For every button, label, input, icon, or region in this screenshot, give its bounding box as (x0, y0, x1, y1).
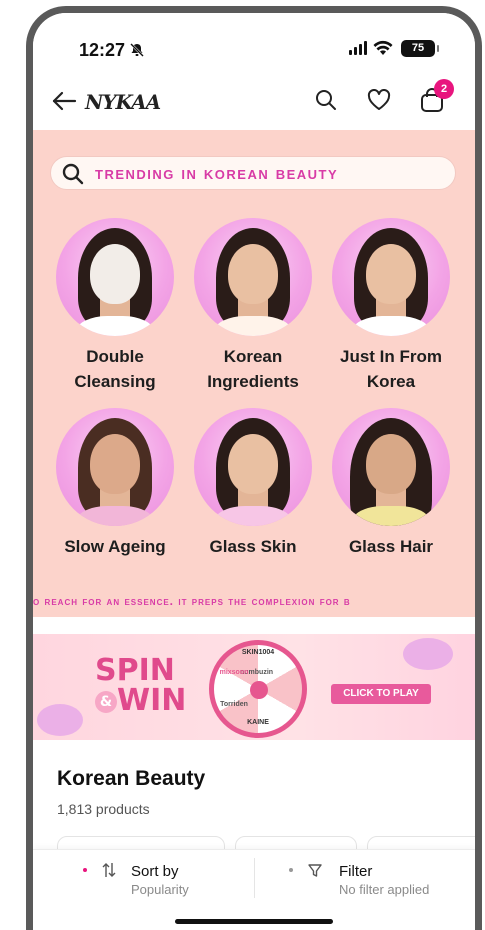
sort-arrows-icon (102, 863, 116, 877)
spin-and-win-banner[interactable]: SPIN & WIN SKIN1004 numbuzin KAINE Torrid… (33, 634, 475, 740)
wifi-icon (373, 40, 393, 55)
wheel-center (250, 681, 268, 699)
filter-button[interactable]: Filter No filter applied (339, 860, 469, 900)
category-image (332, 408, 450, 526)
sort-value: Popularity (131, 882, 189, 897)
filter-label: Filter (339, 863, 373, 880)
decor-blob (403, 638, 453, 670)
trending-search-bar[interactable]: Trending in Korean Beauty (50, 156, 456, 190)
prize-wheel: SKIN1004 numbuzin KAINE Torriden mixsoon (209, 640, 307, 738)
sort-active-dot (83, 868, 87, 872)
category-image (194, 408, 312, 526)
listing-title: Korean Beauty (57, 767, 206, 790)
status-bar: 12:27 75 (33, 13, 475, 73)
brand-logo[interactable]: NYKAA (85, 90, 161, 114)
category-label: Korean Ingredients (207, 347, 299, 391)
category-image (56, 408, 174, 526)
divider (254, 858, 255, 898)
status-time: 12:27 (79, 40, 126, 60)
filter-dot (289, 868, 293, 872)
category-glass-skin[interactable]: Glass Skin (183, 408, 323, 559)
category-label: Glass Skin (209, 537, 297, 556)
sort-by-button[interactable]: Sort by Popularity (131, 860, 241, 900)
category-korean-ingredients[interactable]: Korean Ingredients (183, 218, 323, 394)
decor-blob (37, 704, 83, 736)
category-image (332, 218, 450, 336)
screen: 12:27 75 NYKAA 2 trending in korean beau… (33, 13, 475, 930)
filter-value: No filter applied (339, 882, 430, 897)
category-glass-hair[interactable]: Glass Hair (321, 408, 461, 559)
trending-banner: Trending in Korean Beauty Double Cleansi… (33, 130, 475, 617)
cart-count-badge: 2 (434, 79, 454, 99)
cellular-signal-icon (349, 41, 367, 55)
trending-title: Trending in Korean Beauty (95, 163, 339, 183)
wheel-brand: SKIN1004 (241, 649, 275, 656)
phone-frame: 12:27 75 NYKAA 2 trending in korean beau… (26, 6, 482, 930)
category-label: Just In From Korea (339, 347, 442, 391)
sort-label: Sort by (131, 863, 179, 880)
category-label: Double Cleansing (74, 347, 156, 391)
category-label: Slow Ageing (64, 537, 166, 556)
product-count: 1,813 products (57, 801, 150, 817)
category-slow-ageing[interactable]: Slow Ageing (45, 408, 185, 559)
app-header: NYKAA 2 (33, 73, 475, 129)
click-to-play-button[interactable]: CLICK TO PLAY (331, 684, 431, 704)
battery-indicator: 75 (401, 40, 439, 57)
category-double-cleansing[interactable]: Double Cleansing (45, 218, 185, 394)
back-arrow-icon[interactable] (51, 89, 77, 113)
search-icon (62, 163, 84, 185)
bell-off-icon (130, 43, 144, 57)
trending-ticker: o reach for an essence. It preps the com… (33, 594, 351, 608)
wishlist-heart-icon[interactable] (367, 89, 391, 111)
category-label: Glass Hair (348, 537, 434, 556)
category-image (194, 218, 312, 336)
sort-filter-bar: Sort by Popularity Filter No filter appl… (33, 849, 475, 930)
category-image (56, 218, 174, 336)
home-indicator[interactable] (175, 919, 333, 924)
category-just-in-from-korea[interactable]: Just In From Korea (321, 218, 461, 394)
search-icon[interactable] (315, 89, 337, 111)
spin-win-title: SPIN & WIN (95, 653, 187, 718)
filter-funnel-icon (308, 864, 322, 877)
